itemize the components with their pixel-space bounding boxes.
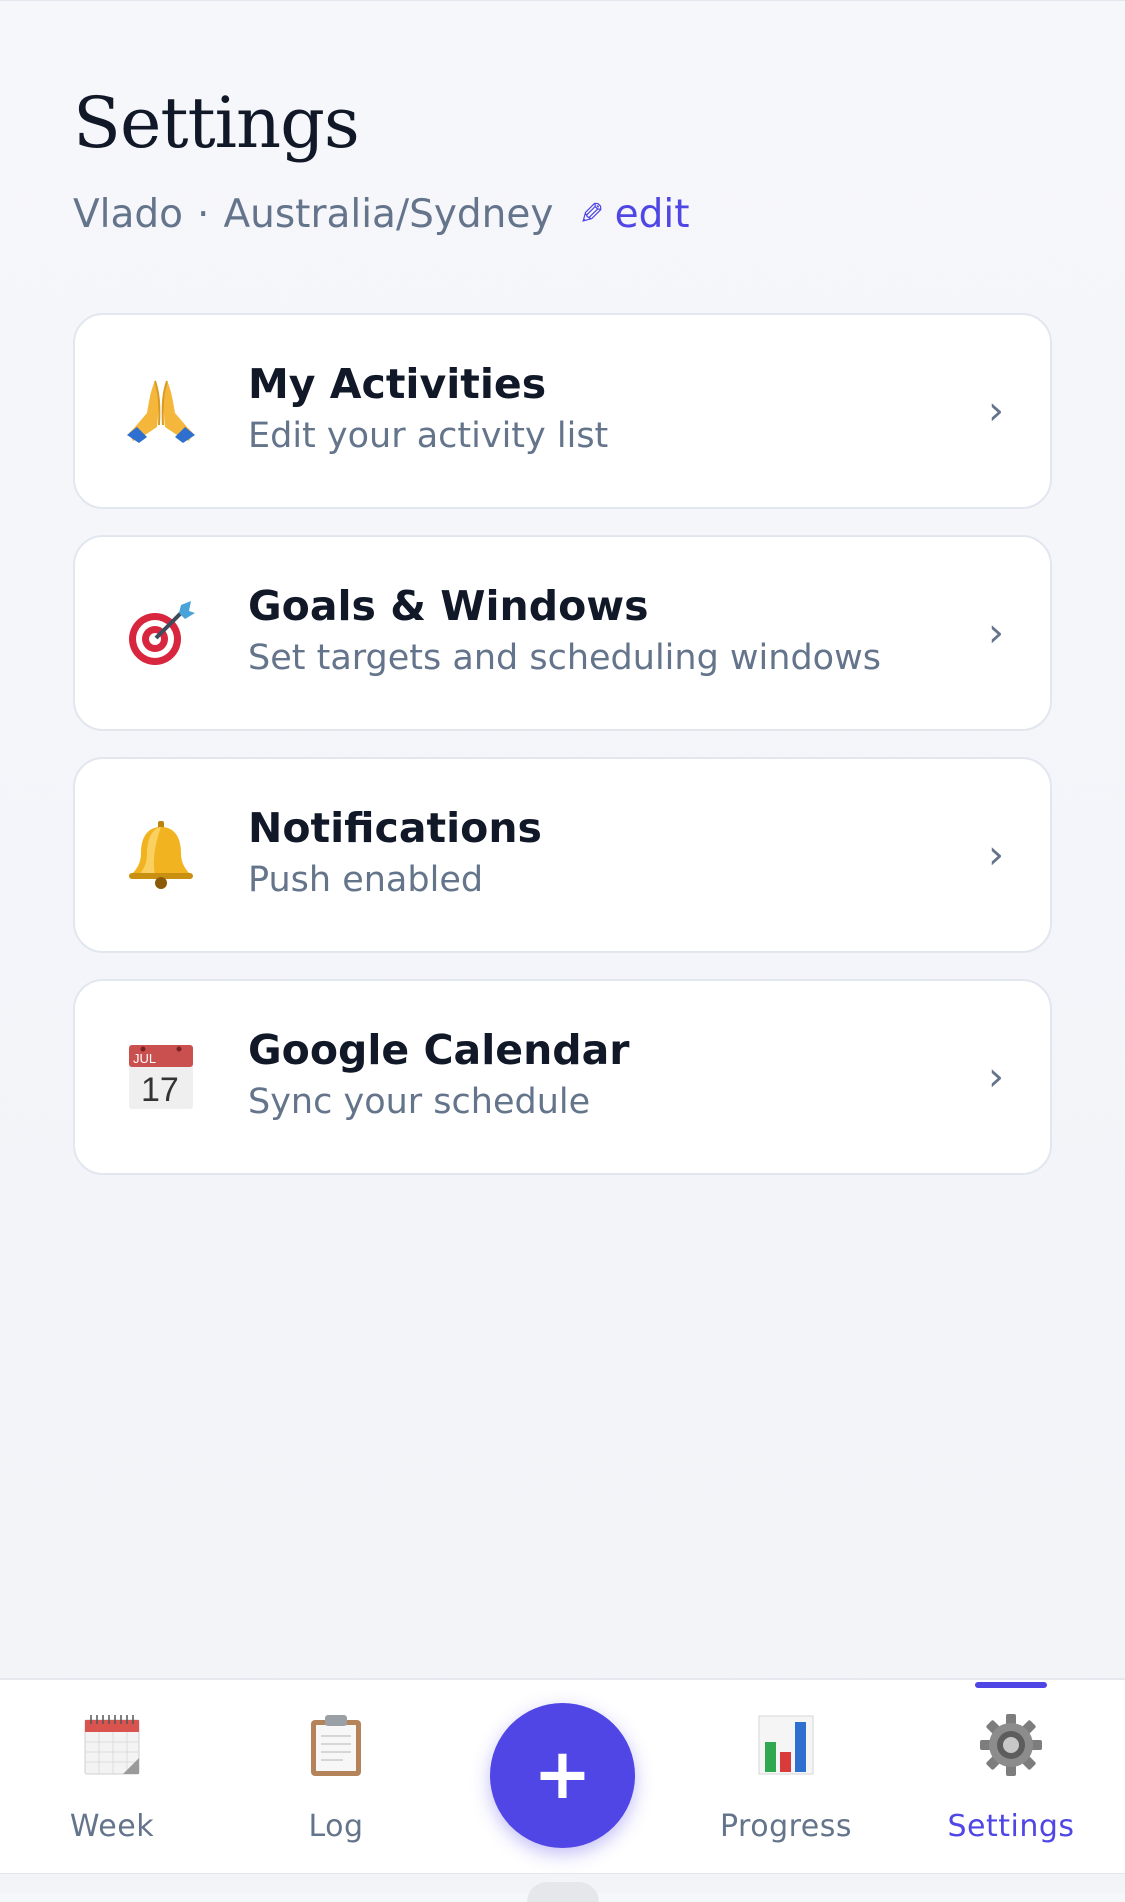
my-activities-card[interactable]: My Activities Edit your activity list › bbox=[73, 313, 1052, 509]
folded-hands-icon bbox=[125, 375, 197, 447]
card-subtitle: Set targets and scheduling windows bbox=[248, 638, 881, 678]
profile-line: Vlado · Australia/Sydney ✎ edit bbox=[73, 192, 1053, 238]
edit-profile-button[interactable]: ✎ edit bbox=[579, 192, 689, 238]
top-divider bbox=[0, 0, 1125, 1]
card-subtitle: Sync your schedule bbox=[248, 1082, 591, 1122]
timezone: Australia/Sydney bbox=[223, 192, 554, 237]
gear-icon bbox=[978, 1712, 1044, 1778]
card-title: Notifications bbox=[248, 804, 542, 852]
edit-label: edit bbox=[614, 192, 690, 237]
tab-label: Log bbox=[308, 1809, 364, 1844]
calendar-month: JUL bbox=[133, 1051, 156, 1066]
chevron-right-icon: › bbox=[988, 1054, 1004, 1100]
settings-header: Settings Vlado · Australia/Sydney ✎ edit bbox=[73, 78, 1053, 238]
calendar-icon: JUL 17 bbox=[125, 1041, 197, 1113]
card-text: My Activities Edit your activity list bbox=[248, 359, 608, 459]
card-title: Google Calendar bbox=[248, 1026, 630, 1074]
chevron-right-icon: › bbox=[988, 832, 1004, 878]
card-title: Goals & Windows bbox=[248, 582, 649, 630]
tab-label: Settings bbox=[947, 1809, 1075, 1844]
tab-label: Progress bbox=[719, 1809, 853, 1844]
calendar-week-icon bbox=[79, 1712, 145, 1778]
plus-icon: + bbox=[533, 1732, 592, 1815]
clipboard-icon bbox=[303, 1712, 369, 1778]
card-subtitle: Push enabled bbox=[248, 860, 484, 900]
card-text: Google Calendar Sync your schedule bbox=[248, 1025, 630, 1125]
notifications-card[interactable]: Notifications Push enabled › bbox=[73, 757, 1052, 953]
tab-progress[interactable]: Progress bbox=[686, 1680, 886, 1875]
active-tab-indicator bbox=[975, 1682, 1047, 1688]
user-name: Vlado bbox=[73, 192, 184, 237]
bell-icon bbox=[125, 819, 197, 891]
bar-chart-icon bbox=[753, 1712, 819, 1778]
settings-list: My Activities Edit your activity list › … bbox=[73, 313, 1052, 1201]
target-icon bbox=[125, 597, 197, 669]
separator: · bbox=[197, 192, 210, 237]
calendar-day: 17 bbox=[141, 1071, 179, 1109]
card-title: My Activities bbox=[248, 360, 547, 408]
tab-week[interactable]: Week bbox=[12, 1680, 212, 1875]
page-title: Settings bbox=[73, 82, 360, 164]
tab-log[interactable]: Log bbox=[236, 1680, 436, 1875]
tab-label: Week bbox=[69, 1809, 155, 1844]
pencil-icon: ✎ bbox=[579, 197, 605, 232]
card-text: Notifications Push enabled bbox=[248, 803, 542, 903]
goals-windows-card[interactable]: Goals & Windows Set targets and scheduli… bbox=[73, 535, 1052, 731]
google-calendar-card[interactable]: JUL 17 Google Calendar Sync your schedul… bbox=[73, 979, 1052, 1175]
home-indicator bbox=[527, 1882, 599, 1902]
add-entry-button[interactable]: + bbox=[490, 1703, 635, 1848]
chevron-right-icon: › bbox=[988, 388, 1004, 434]
card-subtitle: Edit your activity list bbox=[248, 416, 609, 456]
card-text: Goals & Windows Set targets and scheduli… bbox=[248, 581, 881, 681]
tab-settings[interactable]: Settings bbox=[911, 1680, 1111, 1875]
chevron-right-icon: › bbox=[988, 610, 1004, 656]
